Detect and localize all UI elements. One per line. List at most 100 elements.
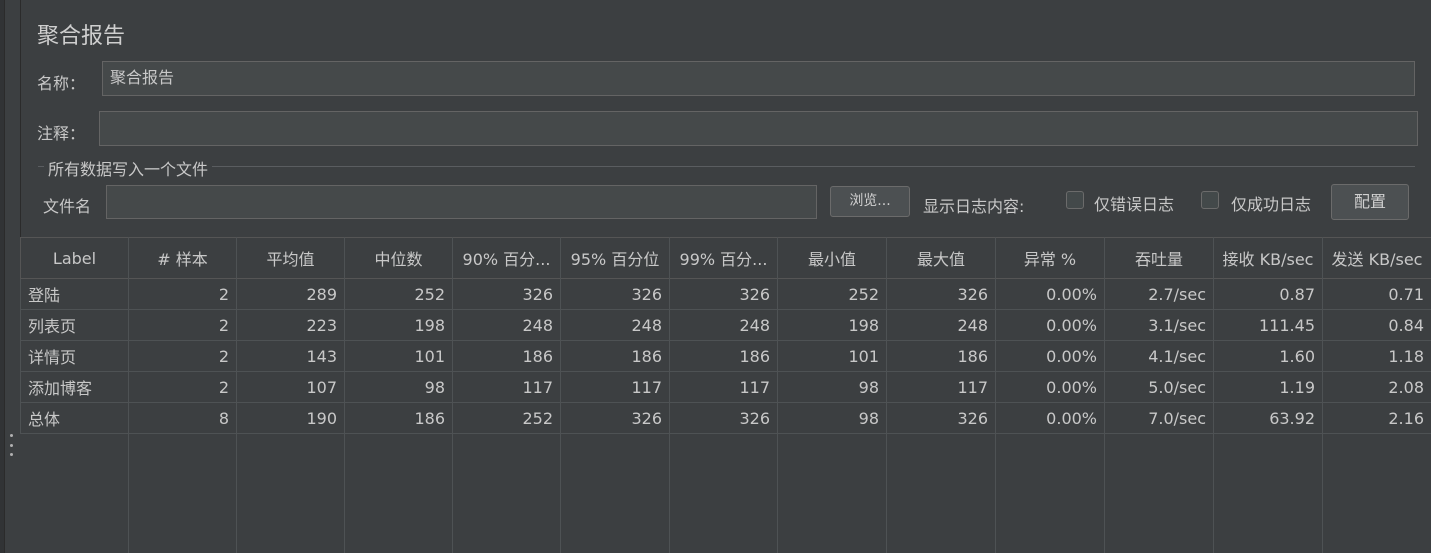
table-cell: 326 — [560, 278, 670, 310]
table-cell: 186 — [560, 340, 670, 372]
table-cell: 143 — [236, 340, 345, 372]
row-label-cell: 总体 — [20, 402, 129, 434]
column-header[interactable]: 95% 百分位 — [560, 237, 670, 279]
table-cell: 0.00% — [995, 278, 1105, 310]
column-header[interactable]: 异常 % — [995, 237, 1105, 279]
table-row[interactable]: 登陆 2 289 252 326 326 326 252 326 0.00% 2.7/sec 0.87… — [20, 278, 1431, 310]
table-cell: 0.00% — [995, 340, 1105, 372]
left-edge — [0, 0, 5, 553]
row-label-cell: 添加博客 — [20, 371, 129, 403]
row-label-cell: 列表页 — [20, 309, 129, 341]
table-cell: 289 — [236, 278, 345, 310]
table-cell: 101 — [344, 340, 453, 372]
file-group-title: 所有数据写入一个文件 — [44, 156, 213, 180]
column-header[interactable]: # 样本 — [128, 237, 237, 279]
errors-only-label: 仅错误日志 — [1094, 195, 1175, 214]
log-content-label: 显示日志内容: — [923, 197, 1025, 216]
table-cell: 0.00% — [995, 309, 1105, 341]
table-cell: 248 — [560, 309, 670, 341]
comment-label: 注释： — [37, 124, 86, 143]
table-cell: 8 — [128, 402, 237, 434]
table-cell: 98 — [777, 371, 887, 403]
config-button[interactable]: 配置 — [1331, 184, 1409, 220]
table-cell: 117 — [560, 371, 670, 403]
table-cell: 248 — [669, 309, 778, 341]
table-cell: 2.08 — [1322, 371, 1431, 403]
table-row[interactable]: 列表页 2 223 198 248 248 248 198 248 0.00% 3.1/sec 111… — [20, 309, 1431, 341]
table-cell: 2 — [128, 278, 237, 310]
row-label-cell: 登陆 — [20, 278, 129, 310]
table-row[interactable]: 总体 8 190 186 252 326 326 98 326 0.00% 7.0/sec 63.92… — [20, 402, 1431, 434]
table-row[interactable]: 详情页 2 143 101 186 186 186 101 186 0.00% 4.1/sec 1.6… — [20, 340, 1431, 372]
table-cell: 0.71 — [1322, 278, 1431, 310]
file-group-border — [38, 166, 1415, 167]
table-cell: 248 — [452, 309, 561, 341]
name-label: 名称： — [37, 74, 86, 93]
table-cell: 248 — [886, 309, 996, 341]
table-cell: 326 — [886, 402, 996, 434]
table-cell: 186 — [669, 340, 778, 372]
table-row[interactable]: 添加博客 2 107 98 117 117 117 98 117 0.00% 5.0/sec 1.19… — [20, 371, 1431, 403]
filename-field[interactable] — [106, 185, 817, 219]
table-cell: 2.16 — [1322, 402, 1431, 434]
table-cell: 107 — [236, 371, 345, 403]
table-cell: 190 — [236, 402, 345, 434]
table-cell: 2.7/sec — [1104, 278, 1214, 310]
table-cell: 2 — [128, 340, 237, 372]
table-cell: 98 — [344, 371, 453, 403]
table-cell: 252 — [344, 278, 453, 310]
table-cell: 326 — [886, 278, 996, 310]
table-cell: 186 — [344, 402, 453, 434]
column-header[interactable]: 中位数 — [344, 237, 453, 279]
column-header[interactable]: 吞吐量 — [1104, 237, 1214, 279]
column-header[interactable]: 接收 KB/sec — [1213, 237, 1323, 279]
table-header-row: Label # 样本 平均值 中位数 90% 百分... 95% 百分位 99%… — [20, 237, 1431, 279]
comment-field[interactable] — [99, 111, 1418, 146]
table-cell: 4.1/sec — [1104, 340, 1214, 372]
table-cell: 117 — [669, 371, 778, 403]
table-cell: 117 — [452, 371, 561, 403]
table-cell: 198 — [344, 309, 453, 341]
table-cell: 252 — [777, 278, 887, 310]
success-only-checkbox[interactable] — [1201, 191, 1219, 209]
table-cell: 198 — [777, 309, 887, 341]
name-field[interactable]: 聚合报告 — [102, 61, 1415, 96]
table-cell: 326 — [669, 278, 778, 310]
table-cell: 101 — [777, 340, 887, 372]
table-cell: 186 — [886, 340, 996, 372]
left-splitter-strip — [0, 0, 21, 553]
table-cell: 0.00% — [995, 402, 1105, 434]
table-cell: 3.1/sec — [1104, 309, 1214, 341]
table-cell: 98 — [777, 402, 887, 434]
table-cell: 2 — [128, 309, 237, 341]
column-header[interactable]: 发送 KB/sec — [1322, 237, 1431, 279]
splitter-drag-handle[interactable] — [8, 434, 14, 456]
table-cell: 326 — [452, 278, 561, 310]
column-header[interactable]: 最小值 — [777, 237, 887, 279]
column-header[interactable]: 99% 百分... — [669, 237, 778, 279]
column-header[interactable]: Label — [20, 237, 129, 279]
table-cell: 186 — [452, 340, 561, 372]
table-cell: 223 — [236, 309, 345, 341]
table-cell: 1.19 — [1213, 371, 1323, 403]
column-header[interactable]: 最大值 — [886, 237, 996, 279]
table-cell: 2 — [128, 371, 237, 403]
table-cell: 326 — [669, 402, 778, 434]
row-label-cell: 详情页 — [20, 340, 129, 372]
table-cell: 1.60 — [1213, 340, 1323, 372]
table-cell: 0.84 — [1322, 309, 1431, 341]
browse-button[interactable]: 浏览... — [830, 186, 910, 217]
table-cell: 326 — [560, 402, 670, 434]
aggregate-results-table: Label # 样本 平均值 中位数 90% 百分... 95% 百分位 99%… — [20, 237, 1431, 553]
column-header[interactable]: 90% 百分... — [452, 237, 561, 279]
table-cell: 0.87 — [1213, 278, 1323, 310]
table-cell: 0.00% — [995, 371, 1105, 403]
table-cell: 111.45 — [1213, 309, 1323, 341]
table-cell: 63.92 — [1213, 402, 1323, 434]
table-cell: 1.18 — [1322, 340, 1431, 372]
table-cell: 7.0/sec — [1104, 402, 1214, 434]
column-header[interactable]: 平均值 — [236, 237, 345, 279]
panel-title: 聚合报告 — [37, 24, 126, 49]
errors-only-checkbox[interactable] — [1066, 191, 1084, 209]
success-only-label: 仅成功日志 — [1231, 195, 1312, 214]
